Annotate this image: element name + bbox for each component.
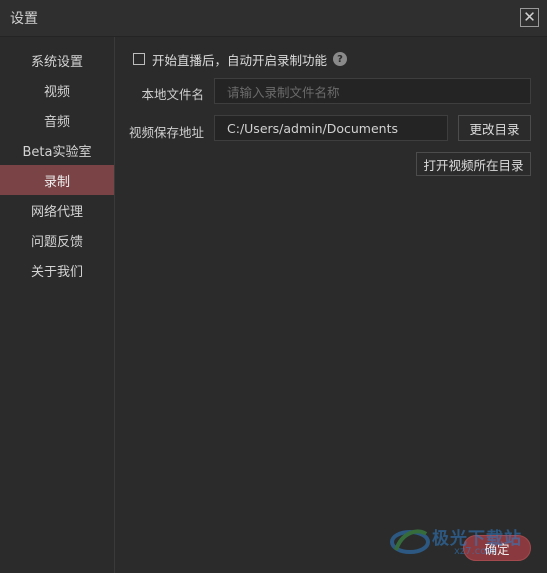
- settings-sidebar: 系统设置 视频 音频 Beta实验室 录制 网络代理 问题反馈 关于我们: [0, 37, 115, 573]
- sidebar-item-system[interactable]: 系统设置: [0, 45, 114, 75]
- sidebar-item-beta-lab[interactable]: Beta实验室: [0, 135, 114, 165]
- sidebar-item-label: 录制: [43, 174, 70, 190]
- save-path-label: 视频保存地址: [128, 125, 204, 140]
- title-bar: 设置 ✕: [0, 0, 547, 37]
- filename-input[interactable]: 请输入录制文件名称: [214, 78, 531, 104]
- open-video-directory-button[interactable]: 打开视频所在目录: [416, 152, 531, 176]
- close-icon: ✕: [523, 8, 536, 26]
- window-title: 设置: [10, 11, 38, 27]
- confirm-button[interactable]: 确定: [463, 535, 531, 561]
- sidebar-item-label: 音频: [43, 114, 70, 130]
- sidebar-item-feedback[interactable]: 问题反馈: [0, 225, 114, 255]
- auto-record-checkbox[interactable]: [133, 53, 145, 65]
- filename-label: 本地文件名: [141, 87, 204, 102]
- sidebar-item-video[interactable]: 视频: [0, 75, 114, 105]
- close-button[interactable]: ✕: [520, 8, 539, 27]
- sidebar-item-audio[interactable]: 音频: [0, 105, 114, 135]
- sidebar-item-label: 关于我们: [30, 264, 83, 280]
- sidebar-item-label: 系统设置: [30, 54, 83, 70]
- change-directory-button[interactable]: 更改目录: [458, 115, 531, 141]
- auto-record-option: 开始直播后，自动开启录制功能 ?: [133, 49, 348, 69]
- auto-record-label[interactable]: 开始直播后，自动开启录制功能: [152, 50, 327, 69]
- sidebar-item-label: 视频: [43, 84, 70, 100]
- sidebar-item-label: 问题反馈: [30, 234, 83, 250]
- record-settings-panel: 开始直播后，自动开启录制功能 ? 本地文件名 请输入录制文件名称 视频保存地址 …: [115, 37, 547, 573]
- save-path-field[interactable]: C:/Users/admin/Documents: [214, 115, 448, 141]
- help-icon[interactable]: ?: [333, 52, 348, 66]
- sidebar-item-proxy[interactable]: 网络代理: [0, 195, 114, 225]
- sidebar-item-label: Beta实验室: [22, 144, 92, 160]
- sidebar-item-about[interactable]: 关于我们: [0, 255, 114, 285]
- sidebar-item-record[interactable]: 录制: [0, 165, 114, 195]
- sidebar-item-label: 网络代理: [30, 204, 83, 220]
